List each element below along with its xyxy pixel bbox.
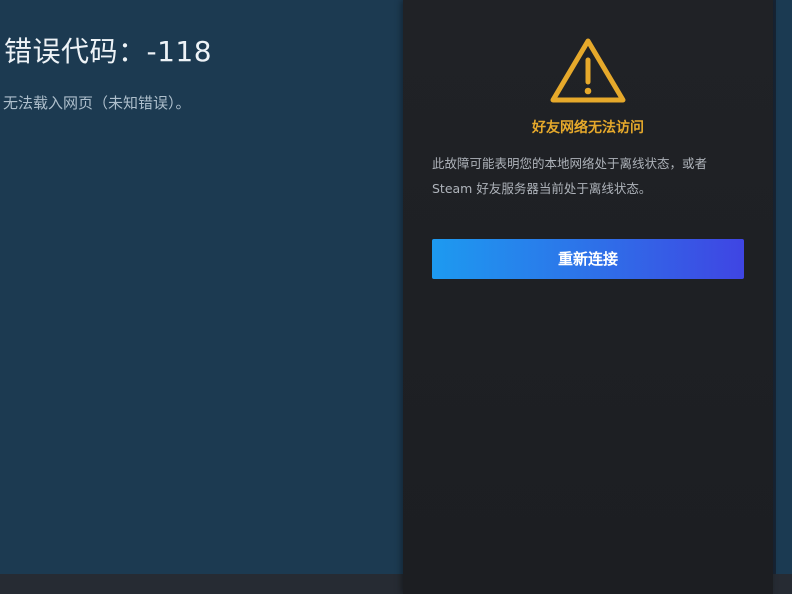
friends-network-unavailable-title: 好友网络无法访问 <box>532 120 644 136</box>
error-code-title: 错误代码：-118 <box>4 35 213 68</box>
friends-network-panel: 好友网络无法访问 此故障可能表明您的本地网络处于离线状态，或者 Steam 好友… <box>403 0 773 594</box>
web-error-panel: 错误代码：-118 无法载入网页（未知错误）。 <box>0 0 403 574</box>
error-description: 无法载入网页（未知错误）。 <box>3 94 191 112</box>
reconnect-button[interactable]: 重新连接 <box>432 239 744 279</box>
steam-window: 错误代码：-118 无法载入网页（未知错误）。 好友网络无法访问 此故障可能表明… <box>0 0 792 594</box>
background-right-edge <box>773 0 792 574</box>
friends-network-message: 此故障可能表明您的本地网络处于离线状态，或者 Steam 好友服务器当前处于离线… <box>432 156 708 196</box>
panel-edge-shadow <box>773 0 776 574</box>
warning-triangle-icon <box>550 38 626 103</box>
